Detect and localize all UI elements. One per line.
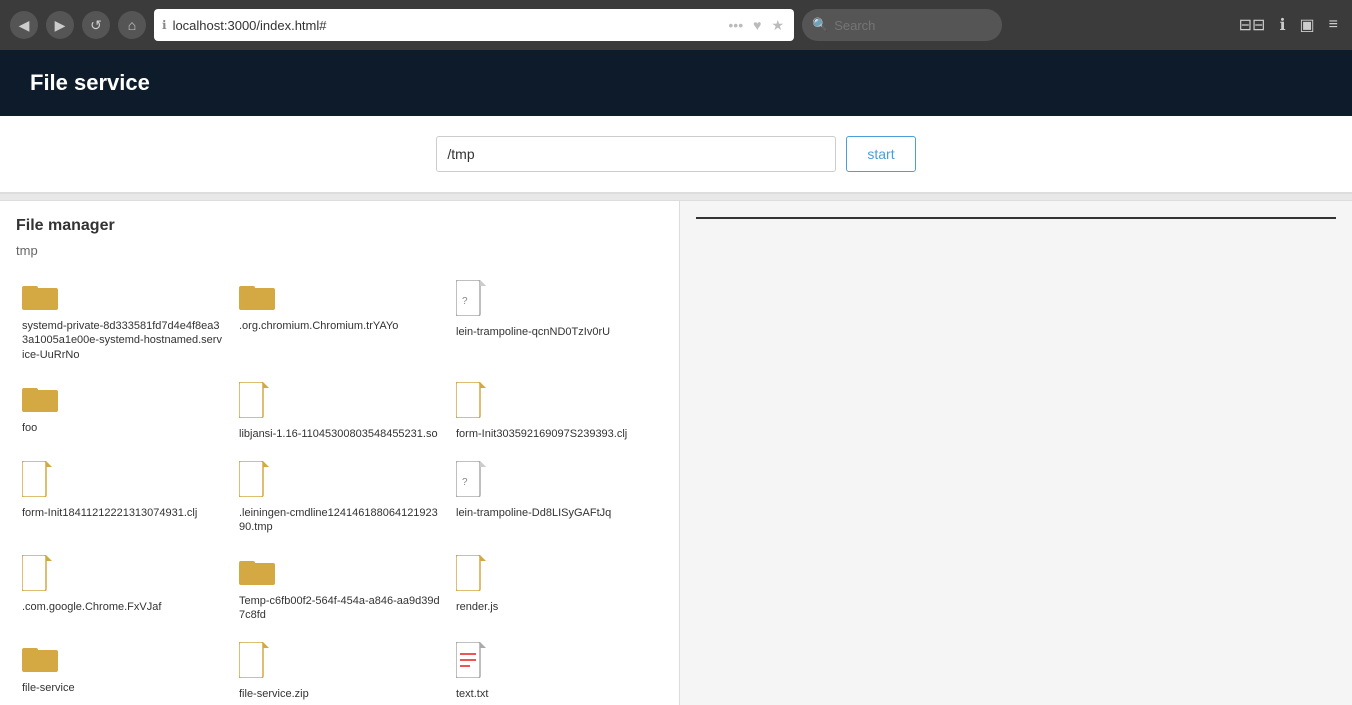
file-item[interactable]: text.txt (450, 636, 663, 705)
file-item[interactable]: ? lein-trampoline-qcnND0TzIv0rU (450, 274, 663, 368)
file-manager-panel: File manager tmp systemd-private-8d33358… (0, 201, 680, 705)
file-item[interactable]: form-Init303592169097S239393.clj (450, 376, 663, 447)
folder-icon (22, 642, 58, 677)
file-name: lein-trampoline-Dd8LISyGAFtJq (456, 506, 611, 520)
file-icon: ? (456, 280, 486, 321)
file-icon (456, 382, 486, 423)
sidebar-button[interactable]: ▣ (1296, 13, 1319, 37)
file-item[interactable]: systemd-private-8d333581fd7d4e4f8ea33a10… (16, 274, 229, 368)
file-item[interactable]: foo (16, 376, 229, 447)
file-name: file-service.zip (239, 687, 309, 701)
file-manager-title: File manager (16, 217, 663, 235)
file-icon (456, 555, 486, 596)
file-item[interactable]: ? lein-trampoline-Dd8LISyGAFtJq (450, 455, 663, 541)
file-name: .leiningen-cmdline12414618806412192390.t… (239, 506, 440, 535)
file-icon (239, 642, 269, 683)
app-title: File service (30, 70, 150, 95)
file-item[interactable]: .com.google.Chrome.FxVJaf (16, 549, 229, 629)
home-button[interactable]: ⌂ (118, 11, 146, 39)
info-button[interactable]: ℹ (1275, 13, 1289, 37)
url-input[interactable] (173, 18, 717, 33)
address-bar-actions: ••• ♥ ★ (726, 15, 786, 36)
file-name: .com.google.Chrome.FxVJaf (22, 600, 161, 614)
file-name: form-Init18411212221313074931.clj (22, 506, 197, 520)
start-button[interactable]: start (846, 136, 915, 172)
file-item[interactable]: libjansi-1.16-11045300803548455231.so (233, 376, 446, 447)
section-divider (0, 193, 1352, 201)
right-panel (680, 201, 1352, 705)
folder-icon (22, 280, 58, 315)
file-icon (456, 642, 486, 683)
path-input[interactable] (436, 136, 836, 172)
file-name: lein-trampoline-qcnND0TzIv0rU (456, 325, 610, 339)
file-name: .org.chromium.Chromium.trYAYo (239, 319, 398, 333)
file-item[interactable]: .org.chromium.Chromium.trYAYo (233, 274, 446, 368)
file-name: render.js (456, 600, 498, 614)
current-path: tmp (16, 243, 663, 258)
address-bar: ℹ ••• ♥ ★ (154, 9, 794, 41)
file-name: libjansi-1.16-11045300803548455231.so (239, 427, 438, 441)
file-name: systemd-private-8d333581fd7d4e4f8ea33a10… (22, 319, 223, 362)
file-icon (239, 461, 269, 502)
reload-button[interactable]: ↺ (82, 11, 110, 39)
file-item[interactable]: file-service.zip (233, 636, 446, 705)
back-button[interactable]: ◀ (10, 11, 38, 39)
file-item[interactable]: .leiningen-cmdline12414618806412192390.t… (233, 455, 446, 541)
browser-right-icons: ⊟⊟ ℹ ▣ ≡ (1235, 13, 1342, 37)
svg-text:?: ? (462, 296, 468, 307)
info-icon: ℹ (162, 18, 167, 32)
folder-icon (239, 555, 275, 590)
search-bar-container: 🔍 (802, 9, 1002, 41)
file-name: form-Init303592169097S239393.clj (456, 427, 627, 441)
file-icon (22, 461, 52, 502)
file-icon (22, 555, 52, 596)
more-icon[interactable]: ••• (726, 15, 745, 36)
app-header: File service (0, 50, 1352, 116)
file-icon (239, 382, 269, 423)
star-icon[interactable]: ★ (769, 15, 786, 36)
bookmark-icon[interactable]: ♥ (751, 15, 763, 36)
library-button[interactable]: ⊟⊟ (1235, 13, 1270, 37)
browser-chrome: ◀ ▶ ↺ ⌂ ℹ ••• ♥ ★ 🔍 ⊟⊟ ℹ ▣ ≡ (0, 0, 1352, 50)
svg-text:?: ? (462, 477, 468, 488)
search-icon: 🔍 (812, 17, 828, 33)
folder-icon (22, 382, 58, 417)
file-icon: ? (456, 461, 486, 502)
folder-icon (239, 280, 275, 315)
file-grid: systemd-private-8d333581fd7d4e4f8ea33a10… (16, 274, 663, 705)
file-item[interactable]: file-service (16, 636, 229, 705)
right-panel-divider (696, 217, 1336, 219)
search-input[interactable] (834, 18, 974, 33)
forward-button[interactable]: ▶ (46, 11, 74, 39)
file-name: foo (22, 421, 37, 435)
path-area: start (0, 116, 1352, 193)
file-name: text.txt (456, 687, 488, 701)
file-item[interactable]: render.js (450, 549, 663, 629)
file-item[interactable]: form-Init18411212221313074931.clj (16, 455, 229, 541)
menu-button[interactable]: ≡ (1325, 14, 1342, 36)
main-layout: File manager tmp systemd-private-8d33358… (0, 201, 1352, 705)
file-item[interactable]: Temp-c6fb00f2-564f-454a-a846-aa9d39d7c8f… (233, 549, 446, 629)
file-name: Temp-c6fb00f2-564f-454a-a846-aa9d39d7c8f… (239, 594, 440, 623)
